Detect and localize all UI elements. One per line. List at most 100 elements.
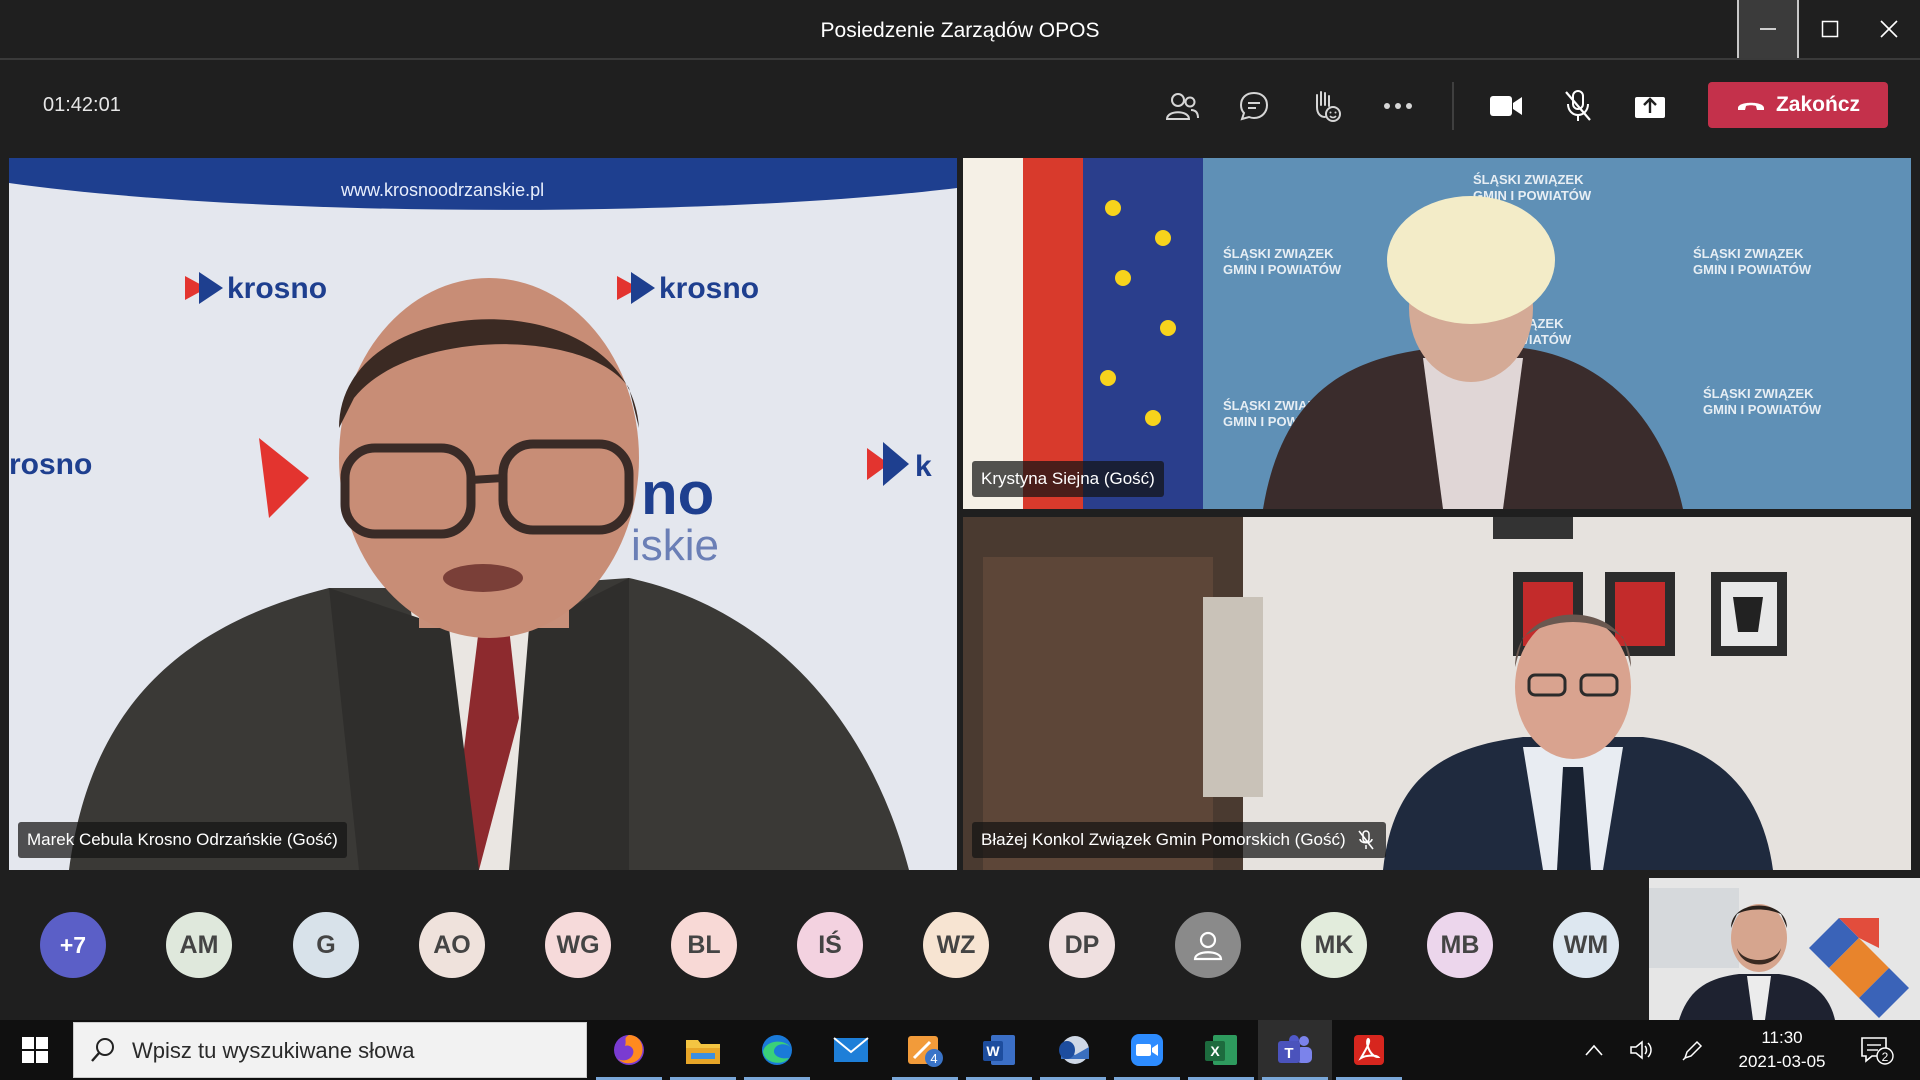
person-icon bbox=[1193, 931, 1223, 961]
svg-text:ŚLĄSKI ZWIĄZEK: ŚLĄSKI ZWIĄZEK bbox=[1693, 246, 1804, 261]
meeting-timer: 01:42:01 bbox=[43, 94, 121, 116]
participant-name-label: Krystyna Siejna (Gość) bbox=[972, 461, 1164, 497]
chat-button[interactable] bbox=[1232, 84, 1276, 128]
participant-avatar[interactable]: WZ bbox=[923, 912, 989, 978]
close-window-button[interactable] bbox=[1858, 0, 1920, 58]
firefox-icon bbox=[614, 1035, 644, 1065]
taskbar-app-acrobat[interactable] bbox=[1332, 1020, 1406, 1080]
self-view-image bbox=[1649, 878, 1920, 1020]
notification-center-icon: 2 bbox=[1861, 1037, 1894, 1065]
participant-name: Błażej Konkol Związek Gmin Pomorskich (G… bbox=[981, 830, 1346, 849]
microphone-muted-icon bbox=[1565, 90, 1591, 121]
share-screen-button[interactable] bbox=[1628, 84, 1672, 128]
show-hidden-icons-button[interactable] bbox=[1576, 1020, 1612, 1080]
notification-count: 2 bbox=[1882, 1050, 1889, 1064]
taskbar-app-zoom[interactable] bbox=[1110, 1020, 1184, 1080]
microphone-toggle-button[interactable] bbox=[1556, 84, 1600, 128]
svg-text:k: k bbox=[915, 450, 932, 483]
svg-text:ŚLĄSKI ZWIĄZEK: ŚLĄSKI ZWIĄZEK bbox=[1473, 172, 1584, 187]
pen-workspace-button[interactable] bbox=[1672, 1020, 1714, 1080]
chat-icon bbox=[1239, 91, 1269, 121]
clock-time: 11:30 bbox=[1761, 1028, 1803, 1047]
taskbar-search-box[interactable]: Wpisz tu wyszukiwane słowa bbox=[73, 1022, 587, 1078]
taskbar-app-outlook[interactable] bbox=[1036, 1020, 1110, 1080]
participant-video: ŚLĄSKI ZWIĄZEKGMIN I POWIATÓW ŚLĄSKI ZWI… bbox=[963, 158, 1911, 509]
svg-text:krosno: krosno bbox=[227, 272, 327, 305]
participant-avatar[interactable]: MK bbox=[1301, 912, 1367, 978]
svg-text:ŚLĄSKI ZWIĄZEK: ŚLĄSKI ZWIĄZEK bbox=[1703, 386, 1814, 401]
camera-icon bbox=[1490, 96, 1522, 116]
participants-icon bbox=[1165, 93, 1199, 120]
more-participants-button[interactable]: +7 bbox=[40, 912, 106, 978]
participant-avatar[interactable]: WM bbox=[1553, 912, 1619, 978]
participant-video: www.krosnoodrzanskie.pl krosno krosno ro… bbox=[9, 158, 957, 870]
end-call-label: Zakończ bbox=[1775, 93, 1861, 116]
svg-text:4: 4 bbox=[930, 1051, 937, 1066]
more-options-button[interactable] bbox=[1376, 84, 1420, 128]
meeting-toolbar: 01:42:01 Zakończ bbox=[0, 60, 1920, 152]
svg-text:T: T bbox=[1284, 1045, 1293, 1062]
app-badge-icon: 4 bbox=[908, 1036, 943, 1067]
speaker-icon bbox=[1630, 1040, 1652, 1060]
camera-toggle-button[interactable] bbox=[1484, 84, 1528, 128]
taskbar-app-file-explorer[interactable] bbox=[666, 1020, 740, 1080]
svg-text:krosno: krosno bbox=[659, 272, 759, 305]
search-placeholder: Wpisz tu wyszukiwane słowa bbox=[132, 1038, 415, 1063]
notifications-button[interactable]: 2 bbox=[1852, 1020, 1902, 1080]
edge-icon bbox=[762, 1035, 792, 1065]
volume-button[interactable] bbox=[1620, 1020, 1662, 1080]
taskbar-app-word[interactable]: W bbox=[962, 1020, 1036, 1080]
more-options-icon bbox=[1384, 103, 1412, 109]
windows-logo-icon bbox=[22, 1037, 48, 1063]
participant-avatar[interactable]: AM bbox=[166, 912, 232, 978]
minimize-icon bbox=[1760, 28, 1776, 30]
participant-avatar[interactable]: BL bbox=[671, 912, 737, 978]
file-explorer-icon bbox=[686, 1040, 720, 1064]
raise-hand-icon bbox=[1316, 91, 1341, 122]
participant-avatar[interactable]: AO bbox=[419, 912, 485, 978]
participant-avatar[interactable]: IŚ bbox=[797, 912, 863, 978]
start-button[interactable] bbox=[0, 1020, 70, 1080]
participant-avatar[interactable]: G bbox=[293, 912, 359, 978]
reactions-button[interactable] bbox=[1304, 84, 1348, 128]
toolbar-divider bbox=[1452, 82, 1454, 130]
teams-icon: T bbox=[1278, 1035, 1312, 1063]
participant-strip: +7 AM G AO WG BL IŚ WZ DP MK MB WM bbox=[0, 872, 1920, 1020]
windows-taskbar: Wpisz tu wyszukiwane słowa 4 W X T 11:30… bbox=[0, 1020, 1920, 1080]
end-call-button[interactable]: Zakończ bbox=[1708, 82, 1888, 128]
taskbar-app-teams[interactable]: T bbox=[1258, 1020, 1332, 1080]
video-tile-main[interactable]: www.krosnoodrzanskie.pl krosno krosno ro… bbox=[9, 158, 957, 870]
taskbar-app-firefox[interactable] bbox=[592, 1020, 666, 1080]
participant-avatar[interactable] bbox=[1175, 912, 1241, 978]
svg-text:GMIN I POWIATÓW: GMIN I POWIATÓW bbox=[1693, 262, 1812, 277]
participant-avatar[interactable]: MB bbox=[1427, 912, 1493, 978]
svg-text:rosno: rosno bbox=[9, 448, 92, 481]
svg-text:iskie: iskie bbox=[631, 521, 719, 570]
minimize-button[interactable] bbox=[1737, 0, 1799, 58]
video-tile-2[interactable]: ŚLĄSKI ZWIĄZEK GMIN I POWIATÓW ŚLĄSKI ZWI… bbox=[963, 158, 1911, 509]
participant-name-label: Marek Cebula Krosno Odrzańskie (Gość) bbox=[18, 822, 347, 858]
microphone-muted-icon bbox=[1358, 830, 1374, 850]
taskbar-app-badge[interactable]: 4 bbox=[888, 1020, 962, 1080]
svg-text:no: no bbox=[641, 460, 714, 527]
svg-text:W: W bbox=[986, 1043, 1000, 1059]
taskbar-app-mail[interactable] bbox=[814, 1020, 888, 1080]
maximize-button[interactable] bbox=[1799, 0, 1861, 58]
window-title: Posiedzenie Zarządów OPOS bbox=[820, 19, 1100, 42]
svg-text:GMIN I POWIATÓW: GMIN I POWIATÓW bbox=[1703, 402, 1822, 417]
taskbar-app-edge[interactable] bbox=[740, 1020, 814, 1080]
video-tile-3[interactable]: Błażej Konkol Związek Gmin Pomorskich (G… bbox=[963, 517, 1911, 870]
participant-avatar[interactable]: DP bbox=[1049, 912, 1115, 978]
backdrop-url: www.krosnoodrzanskie.pl bbox=[340, 180, 544, 200]
taskbar-clock[interactable]: 11:30 2021-03-05 bbox=[1722, 1026, 1842, 1074]
svg-text:ŚLĄSKI ZWIĄZEK: ŚLĄSKI ZWIĄZEK bbox=[1223, 246, 1334, 261]
phone-hangup-icon bbox=[1737, 102, 1764, 110]
search-icon bbox=[91, 1038, 114, 1062]
self-view-video[interactable] bbox=[1649, 878, 1920, 1020]
word-icon: W bbox=[983, 1035, 1015, 1065]
taskbar-app-excel[interactable]: X bbox=[1184, 1020, 1258, 1080]
zoom-icon bbox=[1131, 1034, 1163, 1066]
svg-text:X: X bbox=[1210, 1043, 1220, 1059]
participant-avatar[interactable]: WG bbox=[545, 912, 611, 978]
participants-button[interactable] bbox=[1160, 84, 1204, 128]
